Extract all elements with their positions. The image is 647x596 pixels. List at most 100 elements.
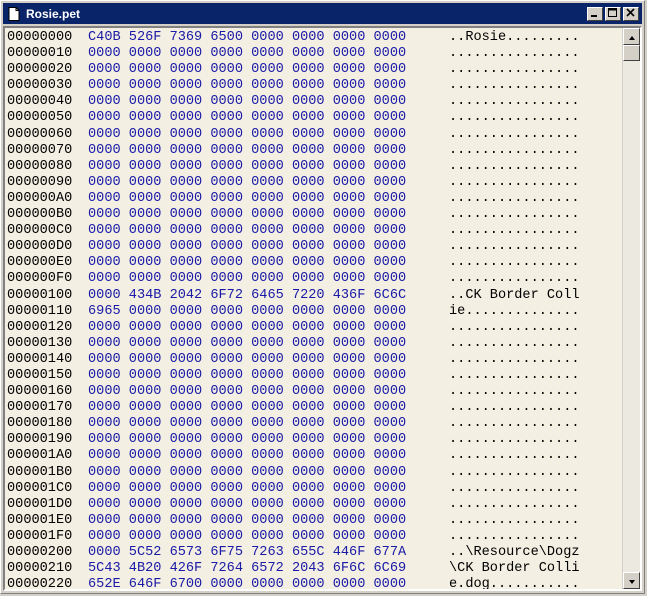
row-ascii[interactable]: ................ bbox=[449, 400, 580, 416]
row-ascii[interactable]: ................ bbox=[449, 223, 580, 239]
row-bytes[interactable]: 0000 0000 0000 0000 0000 0000 0000 0000 bbox=[88, 271, 406, 287]
hex-row[interactable]: 00000090 0000 0000 0000 0000 0000 0000 00… bbox=[7, 175, 621, 191]
hex-row[interactable]: 00000080 0000 0000 0000 0000 0000 0000 00… bbox=[7, 159, 621, 175]
hex-row[interactable]: 000001C0 0000 0000 0000 0000 0000 0000 00… bbox=[7, 481, 621, 497]
hex-row[interactable]: 00000120 0000 0000 0000 0000 0000 0000 00… bbox=[7, 320, 621, 336]
row-ascii[interactable]: ................ bbox=[449, 94, 580, 110]
row-ascii[interactable]: ..\Resource\Dogz bbox=[449, 545, 580, 561]
hex-row[interactable]: 000001E0 0000 0000 0000 0000 0000 0000 00… bbox=[7, 513, 621, 529]
row-ascii[interactable]: ..CK Border Coll bbox=[449, 288, 580, 304]
hex-row[interactable]: 000000C0 0000 0000 0000 0000 0000 0000 00… bbox=[7, 223, 621, 239]
hex-row[interactable]: 00000140 0000 0000 0000 0000 0000 0000 00… bbox=[7, 352, 621, 368]
row-bytes[interactable]: 6965 0000 0000 0000 0000 0000 0000 0000 bbox=[88, 304, 406, 320]
hex-row[interactable]: 00000010 0000 0000 0000 0000 0000 0000 00… bbox=[7, 46, 621, 62]
hex-row[interactable]: 00000130 0000 0000 0000 0000 0000 0000 00… bbox=[7, 336, 621, 352]
scroll-up-button[interactable] bbox=[623, 28, 640, 45]
hex-row[interactable]: 00000150 0000 0000 0000 0000 0000 0000 00… bbox=[7, 368, 621, 384]
row-bytes[interactable]: 0000 0000 0000 0000 0000 0000 0000 0000 bbox=[88, 481, 406, 497]
row-bytes[interactable]: 0000 0000 0000 0000 0000 0000 0000 0000 bbox=[88, 255, 406, 271]
hex-row[interactable]: 00000190 0000 0000 0000 0000 0000 0000 00… bbox=[7, 432, 621, 448]
row-ascii[interactable]: ................ bbox=[449, 159, 580, 175]
hex-row[interactable]: 000000E0 0000 0000 0000 0000 0000 0000 00… bbox=[7, 255, 621, 271]
row-ascii[interactable]: ................ bbox=[449, 368, 580, 384]
row-bytes[interactable]: 0000 0000 0000 0000 0000 0000 0000 0000 bbox=[88, 46, 406, 62]
row-ascii[interactable]: ................ bbox=[449, 127, 580, 143]
row-ascii[interactable]: ................ bbox=[449, 432, 580, 448]
row-bytes[interactable]: 0000 434B 2042 6F72 6465 7220 436F 6C6C bbox=[88, 288, 406, 304]
row-bytes[interactable]: 0000 0000 0000 0000 0000 0000 0000 0000 bbox=[88, 432, 406, 448]
hex-row[interactable]: 000001A0 0000 0000 0000 0000 0000 0000 00… bbox=[7, 448, 621, 464]
hex-row[interactable]: 00000110 6965 0000 0000 0000 0000 0000 00… bbox=[7, 304, 621, 320]
hex-row[interactable]: 00000170 0000 0000 0000 0000 0000 0000 00… bbox=[7, 400, 621, 416]
hex-row[interactable]: 00000050 0000 0000 0000 0000 0000 0000 00… bbox=[7, 110, 621, 126]
row-bytes[interactable]: 0000 0000 0000 0000 0000 0000 0000 0000 bbox=[88, 110, 406, 126]
hex-row[interactable]: 00000070 0000 0000 0000 0000 0000 0000 00… bbox=[7, 143, 621, 159]
row-bytes[interactable]: 0000 0000 0000 0000 0000 0000 0000 0000 bbox=[88, 239, 406, 255]
row-bytes[interactable]: 0000 0000 0000 0000 0000 0000 0000 0000 bbox=[88, 78, 406, 94]
row-ascii[interactable]: ................ bbox=[449, 384, 580, 400]
row-ascii[interactable]: ................ bbox=[449, 513, 580, 529]
hex-row[interactable]: 00000180 0000 0000 0000 0000 0000 0000 00… bbox=[7, 416, 621, 432]
row-ascii[interactable]: ................ bbox=[449, 46, 580, 62]
row-ascii[interactable]: ................ bbox=[449, 78, 580, 94]
row-ascii[interactable]: ie.............. bbox=[449, 304, 580, 320]
row-bytes[interactable]: 0000 0000 0000 0000 0000 0000 0000 0000 bbox=[88, 352, 406, 368]
hex-row[interactable]: 000000F0 0000 0000 0000 0000 0000 0000 00… bbox=[7, 271, 621, 287]
hex-row[interactable]: 00000210 5C43 4B20 426F 7264 6572 2043 6F… bbox=[7, 561, 621, 577]
row-ascii[interactable]: ................ bbox=[449, 320, 580, 336]
hex-row[interactable]: 00000030 0000 0000 0000 0000 0000 0000 00… bbox=[7, 78, 621, 94]
row-ascii[interactable]: ................ bbox=[449, 175, 580, 191]
row-bytes[interactable]: 0000 0000 0000 0000 0000 0000 0000 0000 bbox=[88, 416, 406, 432]
hex-dump[interactable]: 00000000 C40B 526F 7369 6500 0000 0000 00… bbox=[7, 30, 621, 589]
hex-row[interactable]: 000000D0 0000 0000 0000 0000 0000 0000 00… bbox=[7, 239, 621, 255]
row-ascii[interactable]: ................ bbox=[449, 62, 580, 78]
row-ascii[interactable]: ................ bbox=[449, 352, 580, 368]
row-ascii[interactable]: ................ bbox=[449, 191, 580, 207]
hex-row[interactable]: 00000100 0000 434B 2042 6F72 6465 7220 43… bbox=[7, 288, 621, 304]
hex-row[interactable]: 000001D0 0000 0000 0000 0000 0000 0000 00… bbox=[7, 497, 621, 513]
scroll-down-button[interactable] bbox=[623, 572, 640, 589]
row-ascii[interactable]: ................ bbox=[449, 110, 580, 126]
hex-row[interactable]: 00000060 0000 0000 0000 0000 0000 0000 00… bbox=[7, 127, 621, 143]
row-bytes[interactable]: C40B 526F 7369 6500 0000 0000 0000 0000 bbox=[88, 30, 406, 46]
row-bytes[interactable]: 0000 0000 0000 0000 0000 0000 0000 0000 bbox=[88, 497, 406, 513]
row-bytes[interactable]: 0000 0000 0000 0000 0000 0000 0000 0000 bbox=[88, 400, 406, 416]
row-ascii[interactable]: ................ bbox=[449, 207, 580, 223]
row-ascii[interactable]: ................ bbox=[449, 465, 580, 481]
row-ascii[interactable]: ................ bbox=[449, 481, 580, 497]
maximize-button[interactable] bbox=[605, 6, 621, 21]
hex-row[interactable]: 00000040 0000 0000 0000 0000 0000 0000 00… bbox=[7, 94, 621, 110]
row-bytes[interactable]: 0000 0000 0000 0000 0000 0000 0000 0000 bbox=[88, 368, 406, 384]
row-ascii[interactable]: ................ bbox=[449, 255, 580, 271]
row-bytes[interactable]: 0000 0000 0000 0000 0000 0000 0000 0000 bbox=[88, 62, 406, 78]
row-ascii[interactable]: ................ bbox=[449, 416, 580, 432]
row-bytes[interactable]: 0000 0000 0000 0000 0000 0000 0000 0000 bbox=[88, 513, 406, 529]
row-bytes[interactable]: 0000 0000 0000 0000 0000 0000 0000 0000 bbox=[88, 223, 406, 239]
row-bytes[interactable]: 0000 5C52 6573 6F75 7263 655C 446F 677A bbox=[88, 545, 406, 561]
close-button[interactable] bbox=[623, 6, 639, 21]
row-bytes[interactable]: 0000 0000 0000 0000 0000 0000 0000 0000 bbox=[88, 320, 406, 336]
row-bytes[interactable]: 5C43 4B20 426F 7264 6572 2043 6F6C 6C69 bbox=[88, 561, 406, 577]
hex-row[interactable]: 000000B0 0000 0000 0000 0000 0000 0000 00… bbox=[7, 207, 621, 223]
scroll-thumb[interactable] bbox=[623, 45, 640, 61]
row-bytes[interactable]: 0000 0000 0000 0000 0000 0000 0000 0000 bbox=[88, 207, 406, 223]
hex-row[interactable]: 00000220 652E 646F 6700 0000 0000 0000 00… bbox=[7, 577, 621, 589]
row-ascii[interactable]: ................ bbox=[449, 143, 580, 159]
hex-view-panel[interactable]: 00000000 C40B 526F 7369 6500 0000 0000 00… bbox=[3, 26, 642, 591]
row-ascii[interactable]: ................ bbox=[449, 336, 580, 352]
row-bytes[interactable]: 0000 0000 0000 0000 0000 0000 0000 0000 bbox=[88, 191, 406, 207]
hex-row[interactable]: 00000200 0000 5C52 6573 6F75 7263 655C 44… bbox=[7, 545, 621, 561]
hex-row[interactable]: 000001B0 0000 0000 0000 0000 0000 0000 00… bbox=[7, 465, 621, 481]
row-bytes[interactable]: 0000 0000 0000 0000 0000 0000 0000 0000 bbox=[88, 143, 406, 159]
row-ascii[interactable]: ................ bbox=[449, 239, 580, 255]
row-bytes[interactable]: 0000 0000 0000 0000 0000 0000 0000 0000 bbox=[88, 94, 406, 110]
row-bytes[interactable]: 652E 646F 6700 0000 0000 0000 0000 0000 bbox=[88, 577, 406, 589]
hex-row[interactable]: 00000020 0000 0000 0000 0000 0000 0000 00… bbox=[7, 62, 621, 78]
row-bytes[interactable]: 0000 0000 0000 0000 0000 0000 0000 0000 bbox=[88, 448, 406, 464]
hex-row[interactable]: 00000160 0000 0000 0000 0000 0000 0000 00… bbox=[7, 384, 621, 400]
row-bytes[interactable]: 0000 0000 0000 0000 0000 0000 0000 0000 bbox=[88, 384, 406, 400]
hex-row[interactable]: 00000000 C40B 526F 7369 6500 0000 0000 00… bbox=[7, 30, 621, 46]
row-ascii[interactable]: ..Rosie......... bbox=[449, 30, 580, 46]
title-bar[interactable]: Rosie.pet bbox=[3, 3, 642, 24]
row-ascii[interactable]: ................ bbox=[449, 497, 580, 513]
